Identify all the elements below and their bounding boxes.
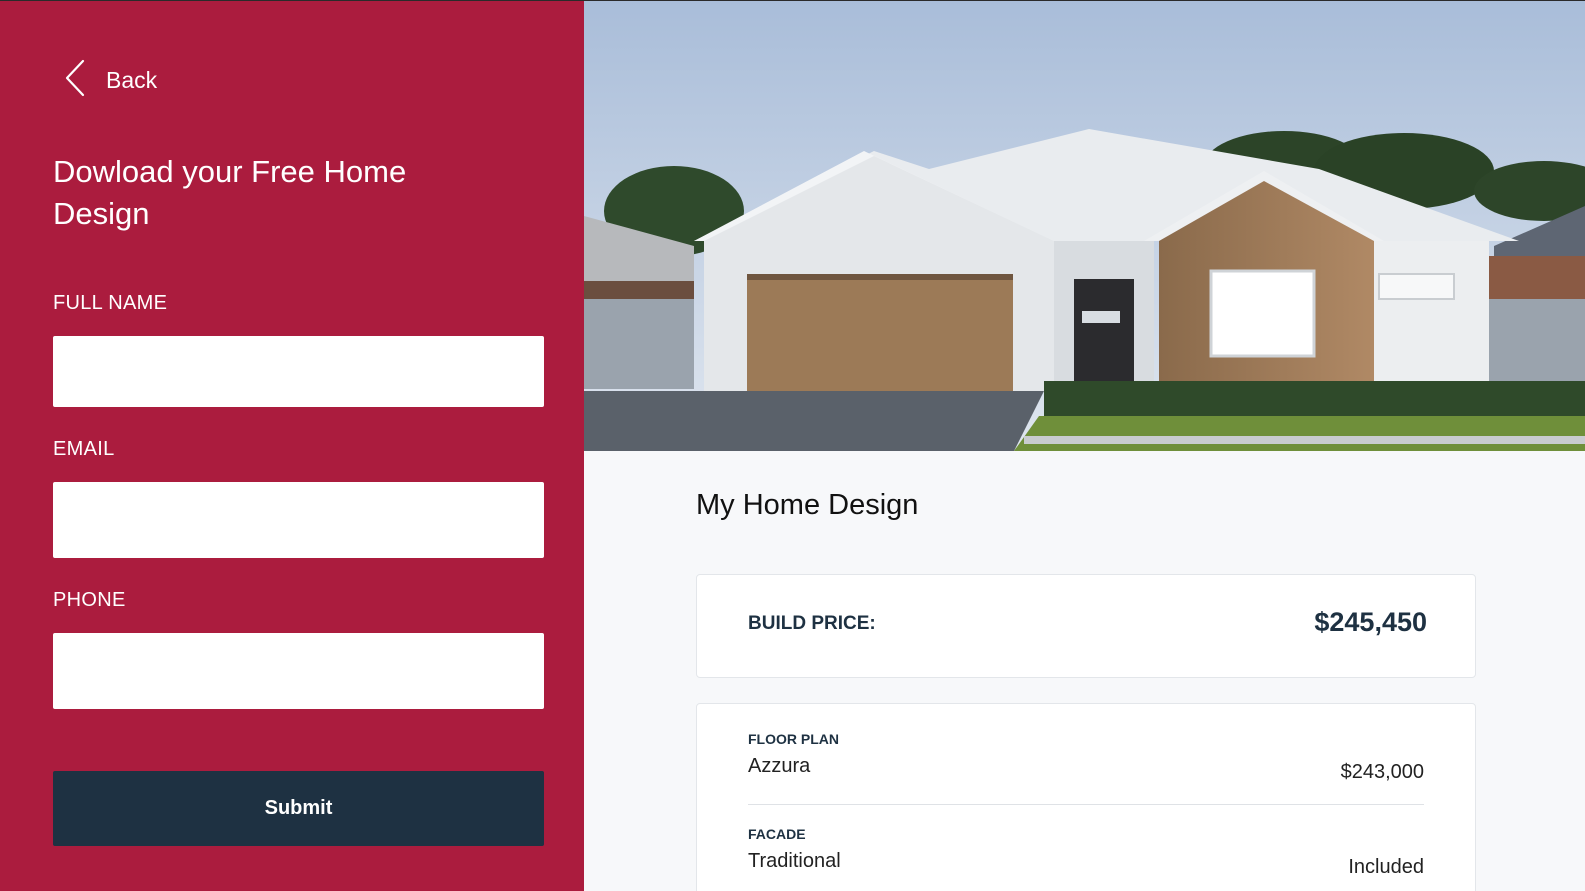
page: Back Dowload your Free Home Design FULL … xyxy=(0,0,1585,891)
full-name-label: FULL NAME xyxy=(53,292,168,314)
item-label: FACADE xyxy=(748,826,806,842)
full-name-field[interactable] xyxy=(53,336,544,407)
item-name: Traditional xyxy=(748,850,841,872)
build-price-value: $245,450 xyxy=(1314,607,1427,637)
email-field[interactable] xyxy=(53,482,544,558)
build-price-card: BUILD PRICE: $245,450 xyxy=(696,574,1476,678)
back-button[interactable]: Back xyxy=(63,58,157,103)
build-price-label: BUILD PRICE: xyxy=(748,613,876,634)
lead-form-panel: Back Dowload your Free Home Design FULL … xyxy=(0,1,584,891)
item-price: $243,000 xyxy=(1340,761,1424,783)
item-price: Included xyxy=(1348,856,1424,878)
email-label: EMAIL xyxy=(53,438,115,460)
phone-field[interactable] xyxy=(53,633,544,709)
item-name: Azzura xyxy=(748,755,811,777)
divider xyxy=(748,804,1424,805)
submit-button[interactable]: Submit xyxy=(53,771,544,846)
form-title: Dowload your Free Home Design xyxy=(53,154,407,231)
house-hero-image xyxy=(584,1,1585,451)
item-label: FLOOR PLAN xyxy=(748,731,839,747)
list-item: FLOOR PLAN Azzura $243,000 xyxy=(748,731,1424,783)
design-title: My Home Design xyxy=(696,489,919,521)
design-items-card: FLOOR PLAN Azzura $243,000 FACADE Tradit… xyxy=(696,703,1476,891)
back-label: Back xyxy=(106,67,158,93)
phone-label: PHONE xyxy=(53,589,126,611)
list-item: FACADE Traditional Included xyxy=(748,826,1424,878)
chevron-left-icon xyxy=(63,58,89,103)
